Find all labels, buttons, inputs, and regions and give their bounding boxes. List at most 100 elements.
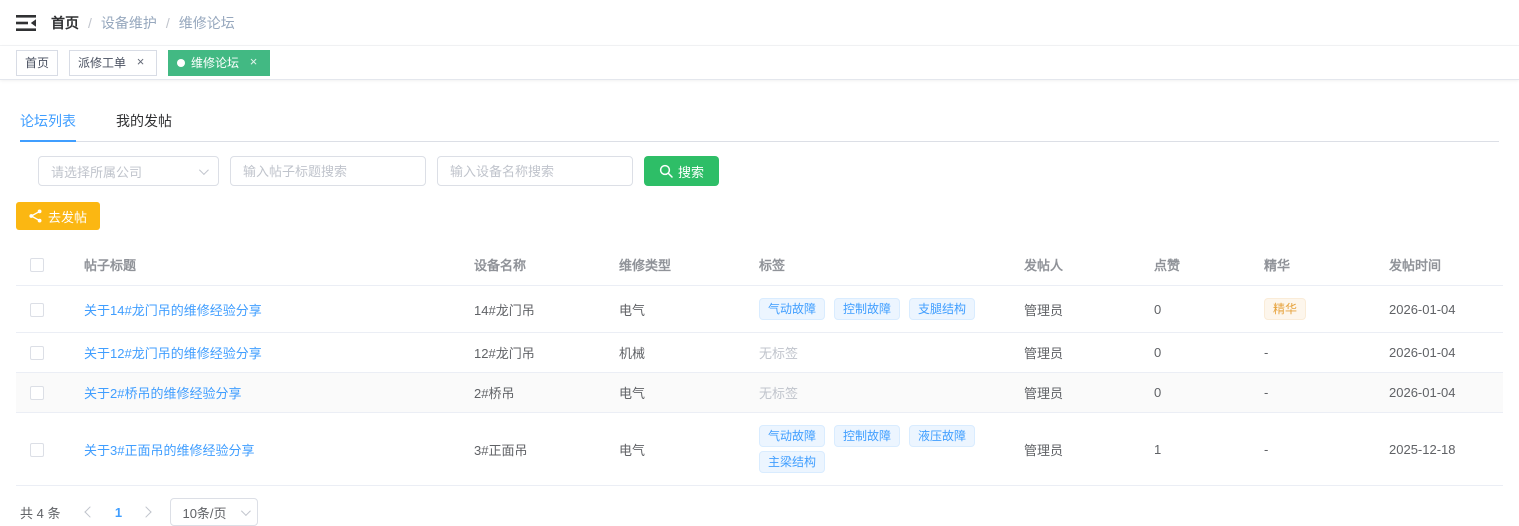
sidebar-fold-icon[interactable]	[15, 13, 37, 33]
column-header: 设备名称	[464, 244, 609, 286]
tags-view-item[interactable]: 维修论坛×	[168, 50, 270, 76]
search-icon	[659, 164, 673, 178]
post-title-search-input[interactable]	[230, 156, 426, 186]
table-header-row: 帖子标题设备名称维修类型标签发帖人点赞精华发帖时间	[16, 244, 1503, 286]
breadcrumb-item[interactable]: 维修论坛	[179, 13, 235, 33]
tag-close-icon[interactable]: ×	[246, 55, 261, 70]
tags-view-item[interactable]: 派修工单 ×	[69, 50, 157, 76]
share-icon	[29, 209, 42, 223]
chevron-left-icon	[85, 506, 96, 517]
post-title-link[interactable]: 关于12#龙门吊的维修经验分享	[84, 346, 262, 361]
row-checkbox[interactable]	[30, 346, 44, 360]
post-time-cell: 2025-12-18	[1379, 413, 1503, 486]
prev-page-button[interactable]	[76, 498, 104, 526]
breadcrumb-item[interactable]: 设备维护	[101, 13, 157, 33]
post-title-cell: 关于3#正面吊的维修经验分享	[74, 413, 464, 486]
device-name-cell: 12#龙门吊	[464, 333, 609, 373]
top-navbar: 首页/设备维护/维修论坛	[0, 0, 1519, 46]
chevron-down-icon	[199, 165, 209, 175]
chevron-down-icon	[241, 506, 251, 516]
tags-cell: 无标签	[749, 373, 1014, 413]
tag-pill: 主梁结构	[759, 451, 825, 473]
no-tag-label: 无标签	[759, 386, 798, 401]
tag-label: 派修工单	[78, 54, 126, 71]
post-title-link[interactable]: 关于14#龙门吊的维修经验分享	[84, 303, 262, 318]
select-all-checkbox[interactable]	[30, 258, 44, 272]
tags-view-bar: 首页派修工单×维修论坛×	[0, 46, 1519, 80]
main-content: 论坛列表 我的发帖 请选择所属公司 搜索 去发帖	[0, 102, 1519, 526]
post-title-cell: 关于2#桥吊的维修经验分享	[74, 373, 464, 413]
device-name-cell: 14#龙门吊	[464, 286, 609, 333]
search-button-label: 搜索	[678, 162, 704, 181]
company-select[interactable]: 请选择所属公司	[38, 156, 219, 186]
search-button[interactable]: 搜索	[644, 156, 719, 186]
page-size-select[interactable]: 10条/页	[170, 498, 258, 526]
tag-pill: 支腿结构	[909, 298, 975, 320]
tag-close-icon[interactable]: ×	[133, 55, 148, 70]
row-checkbox-cell	[16, 333, 74, 373]
go-post-button[interactable]: 去发帖	[16, 202, 100, 230]
device-name-cell: 2#桥吊	[464, 373, 609, 413]
tags-cell: 无标签	[749, 333, 1014, 373]
poster-cell: 管理员	[1014, 333, 1144, 373]
row-checkbox[interactable]	[30, 443, 44, 457]
column-header: 精华	[1254, 244, 1379, 286]
essence-dash: -	[1264, 385, 1268, 400]
tab-my-posts[interactable]: 我的发帖	[116, 102, 172, 141]
tags-cell: 气动故障控制故障支腿结构	[749, 286, 1014, 333]
essence-cell: -	[1254, 413, 1379, 486]
page-number-1[interactable]: 1	[104, 505, 132, 520]
tag-pill: 液压故障	[909, 425, 975, 447]
column-header: 发帖时间	[1379, 244, 1503, 286]
filter-bar: 请选择所属公司 搜索	[38, 156, 1503, 186]
device-name-search-input[interactable]	[437, 156, 633, 186]
tags-view-item[interactable]: 首页	[16, 50, 58, 76]
repair-type-cell: 电气	[609, 413, 749, 486]
no-tag-label: 无标签	[759, 346, 798, 361]
tag-pill: 气动故障	[759, 425, 825, 447]
device-name-cell: 3#正面吊	[464, 413, 609, 486]
tag-pill: 控制故障	[834, 298, 900, 320]
essence-badge: 精华	[1264, 298, 1306, 320]
essence-dash: -	[1264, 345, 1268, 360]
next-page-button[interactable]	[132, 498, 160, 526]
essence-cell: -	[1254, 333, 1379, 373]
breadcrumb-item[interactable]: 首页	[51, 13, 79, 33]
breadcrumb-separator: /	[88, 15, 92, 31]
header-checkbox-cell	[16, 244, 74, 286]
post-time-cell: 2026-01-04	[1379, 333, 1503, 373]
post-title-link[interactable]: 关于3#正面吊的维修经验分享	[84, 443, 254, 458]
column-header: 发帖人	[1014, 244, 1144, 286]
essence-cell: 精华	[1254, 286, 1379, 333]
tab-forum-list[interactable]: 论坛列表	[20, 102, 76, 141]
row-checkbox-cell	[16, 413, 74, 486]
table-row: 关于12#龙门吊的维修经验分享12#龙门吊机械无标签管理员0-2026-01-0…	[16, 333, 1503, 373]
go-post-button-label: 去发帖	[48, 207, 87, 226]
post-title-cell: 关于14#龙门吊的维修经验分享	[74, 286, 464, 333]
posts-table: 帖子标题设备名称维修类型标签发帖人点赞精华发帖时间 关于14#龙门吊的维修经验分…	[16, 244, 1503, 486]
tag-pill: 控制故障	[834, 425, 900, 447]
column-header: 帖子标题	[74, 244, 464, 286]
tags-cell: 气动故障控制故障液压故障主梁结构	[749, 413, 1014, 486]
pagination: 共 4 条 1 10条/页	[20, 498, 1503, 526]
row-checkbox-cell	[16, 286, 74, 333]
column-header: 维修类型	[609, 244, 749, 286]
poster-cell: 管理员	[1014, 286, 1144, 333]
table-row: 关于3#正面吊的维修经验分享3#正面吊电气气动故障控制故障液压故障主梁结构管理员…	[16, 413, 1503, 486]
likes-cell: 0	[1144, 333, 1254, 373]
post-title-link[interactable]: 关于2#桥吊的维修经验分享	[84, 386, 241, 401]
likes-cell: 1	[1144, 413, 1254, 486]
forum-tabs: 论坛列表 我的发帖	[20, 102, 1499, 142]
company-select-placeholder: 请选择所属公司	[51, 162, 142, 181]
column-header: 点赞	[1144, 244, 1254, 286]
fold-icon-svg	[16, 14, 36, 32]
row-checkbox[interactable]	[30, 386, 44, 400]
post-time-cell: 2026-01-04	[1379, 286, 1503, 333]
poster-cell: 管理员	[1014, 373, 1144, 413]
likes-cell: 0	[1144, 373, 1254, 413]
tag-label: 首页	[25, 54, 49, 71]
poster-cell: 管理员	[1014, 413, 1144, 486]
tag-active-dot-icon	[177, 59, 185, 67]
row-checkbox[interactable]	[30, 303, 44, 317]
breadcrumb: 首页/设备维护/维修论坛	[51, 13, 235, 33]
